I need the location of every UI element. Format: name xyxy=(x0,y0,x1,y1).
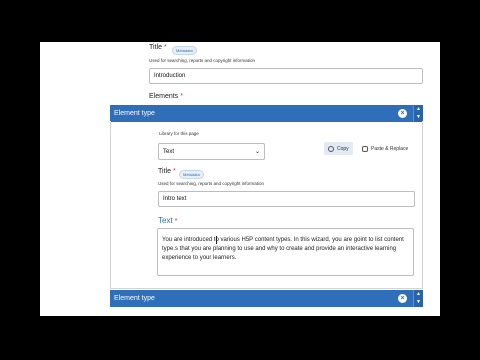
element-title-label: Title * xyxy=(158,168,176,175)
remove-icon[interactable]: × xyxy=(398,109,407,118)
library-select-value: Text xyxy=(163,148,175,155)
element-type-header-2[interactable]: Element type × ▲ ▼ xyxy=(110,290,423,307)
text-editor[interactable]: You are introduced to various H5P conten… xyxy=(157,228,414,276)
paste-replace-button[interactable]: Paste & Replace xyxy=(358,142,412,155)
paste-label: Paste & Replace xyxy=(371,145,409,152)
text-label: Text * xyxy=(158,216,178,225)
element-title-value: Intro text xyxy=(163,196,187,202)
copy-button[interactable]: Copy xyxy=(324,142,353,155)
metadata-badge[interactable]: Metadata xyxy=(172,46,197,55)
element-type-title-2: Element type xyxy=(114,295,155,302)
element-type-header[interactable]: Element type × ▲ ▼ xyxy=(110,105,423,122)
required-marker: * xyxy=(172,168,176,175)
title-input[interactable]: Introduction xyxy=(149,68,423,84)
title-input-value: Introduction xyxy=(154,73,186,79)
required-marker: * xyxy=(163,44,167,51)
element-title-description: Used for searching, reports and copyrigh… xyxy=(158,181,265,186)
element-metadata-badge[interactable]: Metadata xyxy=(179,170,204,179)
title-description: Used for searching, reports and copyrigh… xyxy=(149,58,256,63)
paste-icon xyxy=(362,145,368,152)
reorder-handle[interactable]: ▲ ▼ xyxy=(413,105,423,122)
title-label: Title * xyxy=(149,44,167,51)
chevron-down-icon: ⌄ xyxy=(254,149,260,155)
move-up-icon[interactable]: ▲ xyxy=(414,105,423,113)
move-down-icon[interactable]: ▼ xyxy=(414,113,423,121)
copy-label: Copy xyxy=(337,145,349,152)
reorder-handle[interactable]: ▲ ▼ xyxy=(413,290,423,307)
required-marker: * xyxy=(180,93,183,100)
required-marker: * xyxy=(174,218,178,225)
library-label: Library for this page xyxy=(159,131,199,136)
text-cursor xyxy=(216,236,220,244)
remove-icon[interactable]: × xyxy=(398,294,407,303)
element-type-title: Element type xyxy=(114,110,155,117)
text-editor-content: You are introduced to various H5P conten… xyxy=(162,237,404,261)
element-title-input[interactable]: Intro text xyxy=(158,191,415,207)
library-select[interactable]: Text ⌄ xyxy=(158,143,265,160)
move-down-icon[interactable]: ▼ xyxy=(414,298,423,306)
elements-label: Elements * xyxy=(149,93,183,100)
move-up-icon[interactable]: ▲ xyxy=(414,290,423,298)
copy-icon xyxy=(328,145,334,152)
